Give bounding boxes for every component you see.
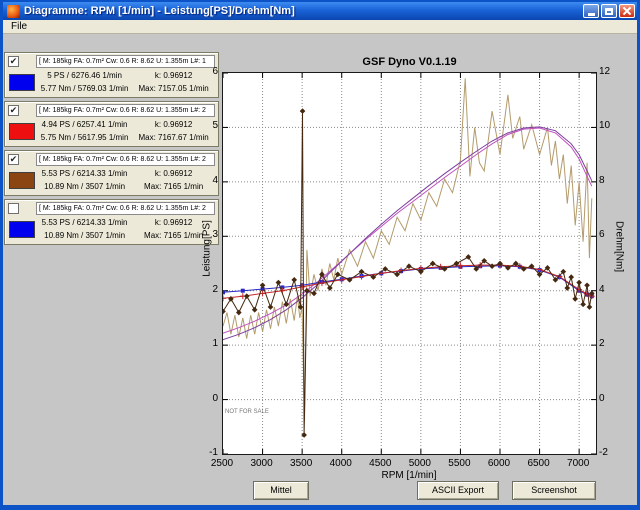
close-button[interactable] — [619, 4, 635, 18]
x-tick-label: 4500 — [360, 458, 400, 469]
run-2-checkbox[interactable]: ✔ — [8, 105, 19, 116]
window-title: Diagramme: RPM [1/min] - Leistung[PS]/Dr… — [24, 5, 581, 17]
y-left-tick-label: 2 — [184, 284, 218, 295]
menu-bar: File — [3, 20, 637, 34]
x-tick-label: 3000 — [242, 458, 282, 469]
run-3-ps-value: 5.53 PS / 6214.33 1/min — [37, 169, 132, 180]
run-4-header-field[interactable]: [ M: 185kg FA: 0.7m² Cw: 0.6 R: 8.62 U: … — [36, 202, 215, 215]
run-4-checkbox[interactable] — [8, 203, 19, 214]
x-tick-label: 3500 — [281, 458, 321, 469]
minimize-icon — [588, 13, 595, 16]
run-1-max-value: Max: 7157.05 1/min — [132, 84, 215, 95]
ascii-export-button[interactable]: ASCII Export — [417, 481, 499, 500]
plot-area: NOT FOR SALE — [222, 72, 597, 455]
x-tick-label: 6000 — [479, 458, 519, 469]
x-tick-label: 7000 — [558, 458, 598, 469]
y-left-tick-label: -1 — [184, 447, 218, 458]
run-3-checkbox[interactable]: ✔ — [8, 154, 19, 165]
run-3-header-field[interactable]: [ M: 185kg FA: 0.7m² Cw: 0.6 R: 8.62 U: … — [36, 153, 215, 166]
run-4-ps-value: 5.53 PS / 6214.33 1/min — [37, 218, 132, 229]
y-left-tick-label: 5 — [184, 120, 218, 131]
run-2-max-value: Max: 7167.67 1/min — [132, 133, 215, 144]
y-left-tick-label: 1 — [184, 338, 218, 349]
run-3-color-swatch[interactable] — [9, 172, 35, 189]
y-right-tick-label: 4 — [599, 284, 629, 295]
run-3-nm-value: 10.89 Nm / 3507 1/min — [37, 182, 132, 193]
run-panel-3: ✔ [ M: 185kg FA: 0.7m² Cw: 0.6 R: 8.62 U… — [4, 150, 219, 196]
y-right-tick-label: 2 — [599, 338, 629, 349]
mittel-button[interactable]: Mittel — [253, 481, 309, 500]
y-left-tick-label: 0 — [184, 393, 218, 404]
x-tick-label: 5000 — [400, 458, 440, 469]
app-icon — [7, 5, 20, 18]
title-bar: Diagramme: RPM [1/min] - Leistung[PS]/Dr… — [3, 2, 637, 20]
run-2-ps-value: 4.94 PS / 6257.41 1/min — [37, 120, 132, 131]
y-left-tick-label: 4 — [184, 175, 218, 186]
x-tick-label: 5500 — [439, 458, 479, 469]
run-2-header-field[interactable]: [ M: 185kg FA: 0.7m² Cw: 0.6 R: 8.62 U: … — [36, 104, 215, 117]
run-2-color-swatch[interactable] — [9, 123, 35, 140]
x-axis-label: RPM [1/min] — [349, 470, 469, 481]
y-axis-right-label: Drehm[Nm] — [614, 212, 625, 282]
app-window: Diagramme: RPM [1/min] - Leistung[PS]/Dr… — [0, 0, 640, 510]
run-2-nm-value: 5.75 Nm / 5617.95 1/min — [37, 133, 132, 144]
y-right-tick-label: -2 — [599, 447, 629, 458]
run-4-color-swatch[interactable] — [9, 221, 35, 238]
run-1-ps-value: 5 PS / 6276.46 1/min — [37, 71, 132, 82]
run-1-nm-value: 5.77 Nm / 5769.03 1/min — [37, 84, 132, 95]
minimize-button[interactable] — [583, 4, 599, 18]
run-4-nm-value: 10.89 Nm / 3507 1/min — [37, 231, 132, 242]
y-right-tick-label: 12 — [599, 66, 629, 77]
y-left-tick-label: 6 — [184, 66, 218, 77]
y-axis-left-label: Leistung[PS] — [202, 204, 213, 294]
chart-canvas — [223, 73, 596, 454]
y-right-tick-label: 0 — [599, 393, 629, 404]
maximize-icon — [605, 8, 613, 15]
close-icon — [620, 5, 634, 17]
y-right-tick-label: 8 — [599, 175, 629, 186]
client-area: ✔ [ M: 185kg FA: 0.7m² Cw: 0.6 R: 8.62 U… — [3, 34, 637, 505]
menu-item-file[interactable]: File — [3, 21, 35, 32]
screenshot-button[interactable]: Screenshot — [512, 481, 596, 500]
y-right-tick-label: 6 — [599, 229, 629, 240]
y-left-tick-label: 3 — [184, 229, 218, 240]
y-right-tick-label: 10 — [599, 120, 629, 131]
run-1-checkbox[interactable]: ✔ — [8, 56, 19, 67]
watermark-text: NOT FOR SALE — [225, 409, 269, 415]
maximize-button[interactable] — [601, 4, 617, 18]
x-tick-label: 4000 — [321, 458, 361, 469]
x-tick-label: 2500 — [202, 458, 242, 469]
x-tick-label: 6500 — [519, 458, 559, 469]
run-1-color-swatch[interactable] — [9, 74, 35, 91]
chart-title: GSF Dyno V0.1.19 — [222, 56, 597, 68]
